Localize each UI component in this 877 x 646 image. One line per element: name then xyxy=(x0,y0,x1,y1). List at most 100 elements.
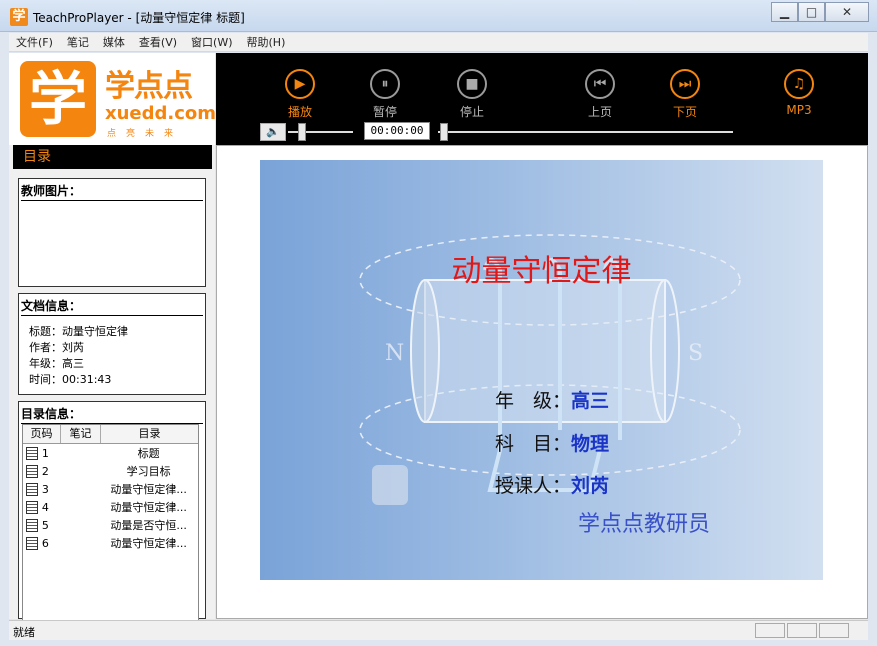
skip-forward-icon: ⏭ xyxy=(670,69,700,99)
status-text: 就绪 xyxy=(13,626,35,639)
title-bar: 学 TeachProPlayer - [动量守恒定律 标题] ▁ □ ✕ xyxy=(0,0,877,32)
window-controls: ▁ □ ✕ xyxy=(771,2,869,22)
minimize-button[interactable]: ▁ xyxy=(771,2,798,22)
pause-button[interactable]: ⏸ 暂停 xyxy=(357,69,413,120)
slide-teacher-value: 刘芮 xyxy=(571,475,610,497)
doc-info-box: 文档信息： 标题：动量守恒定律 作者：刘芮 年级：高三 时间：00:31:43 xyxy=(18,293,206,395)
player-toolbar: ▶ 播放 ⏸ 暂停 ■ 停止 ⏮ 上页 ⏭ 下页 ♫ MP3 🔈 00:00:0… xyxy=(216,53,868,145)
list-item-title: 学习目标 xyxy=(126,465,171,478)
page-icon xyxy=(26,536,38,550)
app-icon: 学 xyxy=(10,8,28,26)
status-cell xyxy=(819,623,849,638)
logo-text-en: xuedd.com xyxy=(105,103,217,124)
page-icon xyxy=(26,500,38,514)
slide: N S 动量守恒定律 年 级：高三 科 目：物理 授课人：刘芮 学点点教研员 xyxy=(260,160,823,580)
left-panel: 学 学点点 xuedd.com 点亮未来 目录 教师图片： 文档信息： 标题：动… xyxy=(9,53,217,630)
logo-mark: 学 xyxy=(20,61,96,137)
menu-help[interactable]: 帮助(H) xyxy=(240,34,293,50)
next-page-label: 下页 xyxy=(672,105,697,119)
list-item-page: 4 xyxy=(41,500,49,514)
teacher-photo-box: 教师图片： xyxy=(18,178,206,287)
mp3-button[interactable]: ♫ MP3 xyxy=(771,69,827,117)
next-page-button[interactable]: ⏭ 下页 xyxy=(657,69,713,120)
list-item[interactable]: 2 学习目标 xyxy=(23,462,198,480)
pause-label: 暂停 xyxy=(372,105,397,119)
play-button[interactable]: ▶ 播放 xyxy=(272,69,328,120)
slide-grade-label: 年 级： xyxy=(495,390,572,412)
list-item[interactable]: 5 动量是否守恒... xyxy=(23,516,198,534)
slide-grade-row: 年 级：高三 xyxy=(495,386,609,413)
doc-info-grade-line: 年级：高三 xyxy=(29,357,84,370)
page-icon xyxy=(26,446,38,460)
list-item-title: 动量是否守恒... xyxy=(110,519,187,532)
close-button[interactable]: ✕ xyxy=(825,2,869,22)
progress-slider-thumb[interactable] xyxy=(440,123,448,141)
slide-teacher-row: 授课人：刘芮 xyxy=(495,471,609,498)
list-item-page: 3 xyxy=(41,482,49,496)
list-item[interactable]: 3 动量守恒定律... xyxy=(23,480,198,498)
page-icon xyxy=(26,482,38,496)
slide-illustration: N S xyxy=(359,234,741,505)
volume-slider-thumb[interactable] xyxy=(298,123,306,141)
time-display: 00:00:00 xyxy=(364,122,430,140)
list-item[interactable]: 1 标题 xyxy=(23,444,198,462)
doc-info-title-line: 标题：动量守恒定律 xyxy=(29,325,128,338)
list-item-title: 动量守恒定律... xyxy=(110,501,187,514)
maximize-button[interactable]: □ xyxy=(798,2,825,22)
col-page[interactable]: 页码 xyxy=(23,425,61,443)
stop-button[interactable]: ■ 停止 xyxy=(444,69,500,120)
play-label: 播放 xyxy=(287,105,312,119)
list-item[interactable]: 6 动量守恒定律... xyxy=(23,534,198,552)
prev-page-label: 上页 xyxy=(587,105,612,119)
music-icon: ♫ xyxy=(784,69,814,99)
logo-slogan: 点亮未来 xyxy=(107,129,184,139)
toc-header[interactable]: 目录 xyxy=(13,145,212,169)
menu-bar: 文件(F) 笔记 媒体 查看(V) 窗口(W) 帮助(H) xyxy=(9,33,868,52)
hand-illustration xyxy=(372,465,408,505)
page-icon xyxy=(26,518,38,532)
window-title: TeachProPlayer - [动量守恒定律 标题] xyxy=(33,11,245,25)
doc-info-title: 文档信息： xyxy=(21,297,203,316)
page-icon xyxy=(26,464,38,478)
slide-footer: 学点点教研员 xyxy=(578,512,711,537)
catalog-list-header: 页码 笔记 目录 xyxy=(23,425,198,444)
skip-back-icon: ⏮ xyxy=(585,69,615,99)
stop-label: 停止 xyxy=(459,105,484,119)
progress-slider-track[interactable] xyxy=(438,131,733,133)
play-icon: ▶ xyxy=(285,69,315,99)
catalog-title: 目录信息： xyxy=(21,405,203,424)
slide-subject-row: 科 目：物理 xyxy=(495,429,609,456)
list-item-title: 动量守恒定律... xyxy=(110,537,187,550)
pause-icon: ⏸ xyxy=(370,69,400,99)
menu-file[interactable]: 文件(F) xyxy=(9,34,60,50)
doc-info-author-line: 作者：刘芮 xyxy=(29,341,84,354)
list-item-page: 6 xyxy=(41,536,49,550)
menu-notes[interactable]: 笔记 xyxy=(60,34,96,50)
list-item-page: 5 xyxy=(41,518,49,532)
list-item-page: 2 xyxy=(41,464,49,478)
slide-grade-value: 高三 xyxy=(571,390,610,412)
menu-media[interactable]: 媒体 xyxy=(96,34,132,50)
stop-icon: ■ xyxy=(457,69,487,99)
slide-teacher-label: 授课人： xyxy=(495,475,572,497)
logo-text-cn: 学点点 xyxy=(105,69,193,104)
col-note[interactable]: 笔记 xyxy=(61,425,101,443)
status-cell xyxy=(787,623,817,638)
menu-view[interactable]: 查看(V) xyxy=(132,34,184,50)
magnet-north-label: N xyxy=(385,341,404,366)
speaker-icon[interactable]: 🔈 xyxy=(260,123,286,141)
catalog-list[interactable]: 页码 笔记 目录 1 标题 2 学习目标 3 动量守恒定律... 4 动量守恒定律...… xyxy=(22,424,199,630)
doc-info-time-line: 时间：00:31:43 xyxy=(29,373,112,386)
magnet-south-label: S xyxy=(688,341,703,366)
slide-title: 动量守恒定律 xyxy=(451,254,632,289)
list-item-title: 动量守恒定律... xyxy=(110,483,187,496)
prev-page-button[interactable]: ⏮ 上页 xyxy=(572,69,628,120)
col-title[interactable]: 目录 xyxy=(101,425,198,443)
logo: 学 学点点 xuedd.com 点亮未来 xyxy=(9,53,217,145)
solenoid-end xyxy=(410,279,440,423)
menu-window[interactable]: 窗口(W) xyxy=(184,34,239,50)
content-area: N S 动量守恒定律 年 级：高三 科 目：物理 授课人：刘芮 学点点教研员 xyxy=(216,145,868,619)
status-cell xyxy=(755,623,785,638)
list-item[interactable]: 4 动量守恒定律... xyxy=(23,498,198,516)
status-bar: 就绪 xyxy=(9,620,868,640)
